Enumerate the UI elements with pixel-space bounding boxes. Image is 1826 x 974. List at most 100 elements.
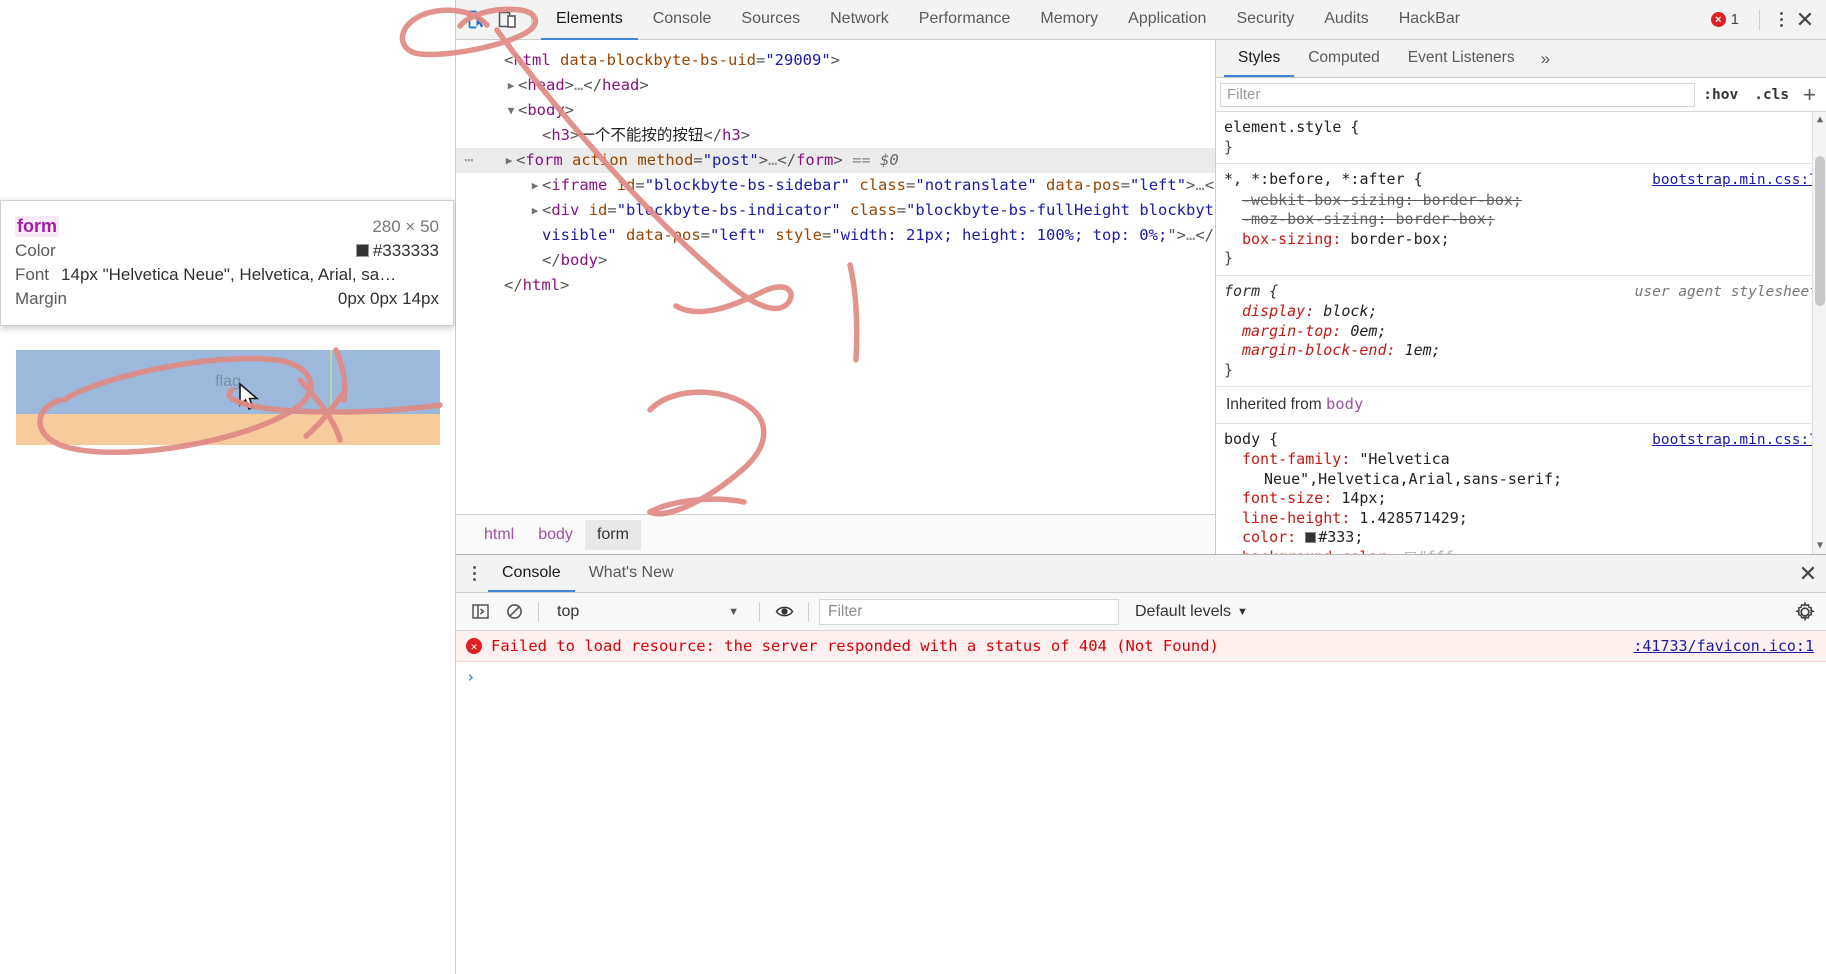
dom-row-html[interactable]: <html data-blockbyte-bs-uid="29009"> [456, 48, 1215, 73]
rule-selector[interactable]: form { [1224, 282, 1278, 302]
declaration-moz-box-sizing[interactable]: -moz-box-sizing: border-box; [1216, 210, 1826, 230]
color-swatch-icon[interactable] [1305, 532, 1317, 543]
console-message-text: Failed to load resource: the server resp… [491, 637, 1219, 655]
tab-memory[interactable]: Memory [1025, 0, 1113, 40]
rule-selector[interactable]: element.style { [1224, 118, 1359, 138]
dom-row-iframe-text: <iframe id="blockbyte-bs-sidebar" class=… [542, 176, 1215, 194]
console-message-error[interactable]: ✕ Failed to load resource: the server re… [456, 631, 1826, 662]
dom-row-body[interactable]: ▼ <body> [456, 98, 1215, 123]
rule-header: body { bootstrap.min.css:7 [1216, 430, 1826, 451]
tab-computed[interactable]: Computed [1294, 40, 1394, 77]
scroll-up-arrow-icon[interactable]: ▲ [1813, 112, 1826, 128]
cls-toggle-button[interactable]: .cls [1746, 87, 1797, 103]
console-filter-input[interactable] [819, 598, 1119, 625]
tooltip-margin-row: Margin 0px 0px 14px [15, 289, 439, 309]
collapse-triangle-icon[interactable]: ▼ [504, 98, 518, 123]
declaration-font-family[interactable]: font-family: "Helvetica [1216, 450, 1826, 470]
declaration-name: font-size [1242, 489, 1324, 507]
inherited-element-body[interactable]: body [1326, 395, 1363, 413]
rule-source-link[interactable]: bootstrap.min.css:7 [1652, 432, 1818, 448]
drawer-tab-console[interactable]: Console [488, 555, 575, 592]
tab-performance[interactable]: Performance [904, 0, 1026, 40]
expand-triangle-icon[interactable]: ▶ [502, 148, 516, 173]
breadcrumb-item-form[interactable]: form [584, 519, 641, 550]
color-swatch-icon[interactable] [1404, 551, 1416, 554]
dom-row-iframe[interactable]: ▶ <iframe id="blockbyte-bs-sidebar" clas… [456, 173, 1215, 198]
kebab-menu-icon[interactable] [460, 555, 488, 592]
declaration-color[interactable]: color: #333; [1216, 528, 1826, 548]
device-toolbar-icon[interactable] [492, 6, 522, 34]
breadcrumb-item-body[interactable]: body [526, 520, 585, 550]
dom-row-div-indicator-cont[interactable]: visible" data-pos="left" style="width: 2… [456, 223, 1215, 248]
styles-pane: Styles Computed Event Listeners » :hov .… [1216, 40, 1826, 554]
drawer-tab-whats-new[interactable]: What's New [575, 555, 688, 592]
tab-elements[interactable]: Elements [541, 0, 638, 40]
tab-console[interactable]: Console [638, 0, 727, 40]
dom-row-head[interactable]: ▶ <head>…</head> [456, 73, 1215, 98]
scroll-down-arrow-icon[interactable]: ▼ [1813, 538, 1826, 554]
scrollbar-thumb[interactable] [1815, 156, 1825, 306]
color-swatch-icon [355, 244, 369, 257]
clear-console-icon[interactable] [500, 599, 528, 625]
console-context-select[interactable]: top ▼ [549, 599, 749, 625]
hov-toggle-button[interactable]: :hov [1695, 87, 1746, 103]
tab-security[interactable]: Security [1221, 0, 1309, 40]
close-icon[interactable]: ✕ [1792, 7, 1818, 33]
console-message-source[interactable]: :41733/favicon.ico:1 [1633, 637, 1814, 655]
dom-row-div-indicator[interactable]: ▶ <div id="blockbyte-bs-indicator" class… [456, 198, 1215, 223]
tab-styles[interactable]: Styles [1224, 40, 1295, 77]
expand-triangle-icon[interactable]: ▶ [528, 173, 542, 198]
row-dots-icon[interactable]: ⋯ [456, 148, 482, 173]
tooltip-color-value: #333333 [372, 241, 439, 260]
declaration-webkit-box-sizing[interactable]: -webkit-box-sizing: border-box; [1216, 191, 1826, 211]
dom-row-h3[interactable]: <h3>一个不能按的按钮</h3> [456, 123, 1215, 148]
declaration-value: 1.428571429; [1359, 508, 1468, 527]
declaration-margin-block-end[interactable]: margin-block-end: 1em; [1216, 341, 1826, 361]
dom-row-html-close[interactable]: </html> [456, 273, 1215, 298]
dom-tree-pane: <html data-blockbyte-bs-uid="29009"> ▶ <… [456, 40, 1216, 554]
declaration-margin-top[interactable]: margin-top: 0em; [1216, 322, 1826, 342]
live-expression-icon[interactable] [770, 599, 798, 625]
styles-filter-input[interactable] [1220, 82, 1696, 107]
tooltip-element-name: form [15, 216, 59, 237]
error-count-badge[interactable]: × 1 [1710, 11, 1739, 28]
declaration-box-sizing[interactable]: box-sizing: border-box; [1216, 230, 1826, 250]
console-sidebar-icon[interactable] [466, 599, 494, 625]
tab-hackbar[interactable]: HackBar [1384, 0, 1475, 40]
dom-tree: <html data-blockbyte-bs-uid="29009"> ▶ <… [456, 40, 1215, 514]
add-rule-button[interactable]: + [1797, 83, 1822, 106]
tab-event-listeners[interactable]: Event Listeners [1394, 40, 1529, 77]
expand-triangle-icon[interactable]: ▶ [528, 198, 542, 223]
dom-row-body-close[interactable]: </body> [456, 248, 1215, 273]
inspect-element-icon[interactable] [462, 6, 492, 34]
expand-triangle-icon[interactable]: ▶ [504, 73, 518, 98]
tab-network[interactable]: Network [815, 0, 904, 40]
tab-application[interactable]: Application [1113, 0, 1221, 40]
console-levels-select[interactable]: Default levels ▼ [1125, 603, 1258, 621]
declaration-font-size[interactable]: font-size: 14px; [1216, 489, 1826, 509]
close-icon[interactable]: ✕ [1790, 555, 1826, 592]
dom-row-form-text: <form action method="post">…</form> == $… [516, 151, 899, 169]
rule-header: form { user agent stylesheet [1216, 282, 1826, 303]
more-tabs-icon[interactable]: » [1529, 40, 1562, 77]
gear-icon[interactable] [1790, 598, 1820, 626]
declaration-line-height[interactable]: line-height: 1.428571429; [1216, 509, 1826, 529]
inherited-label: Inherited from [1226, 396, 1322, 413]
rule-selector[interactable]: body { [1224, 430, 1278, 450]
dom-row-html-text: <html data-blockbyte-bs-uid="29009"> [504, 51, 840, 69]
styles-scrollbar[interactable]: ▲ ▼ [1812, 112, 1826, 554]
declaration-name: -webkit-box-sizing [1242, 190, 1405, 209]
rule-source-link[interactable]: bootstrap.min.css:7 [1652, 172, 1818, 188]
page-flag-button-label[interactable]: flag [16, 350, 440, 414]
dom-row-form[interactable]: ⋯ ▶ <form action method="post">…</form> … [456, 148, 1215, 173]
declaration-display[interactable]: display: block; [1216, 302, 1826, 322]
rule-source[interactable]: bootstrap.min.css:7 [1652, 171, 1818, 191]
rule-selector[interactable]: *, *:before, *:after { [1224, 170, 1423, 190]
console-prompt[interactable]: › [456, 662, 1826, 692]
kebab-menu-icon[interactable] [1770, 9, 1792, 31]
tab-audits[interactable]: Audits [1309, 0, 1383, 40]
tab-sources[interactable]: Sources [726, 0, 815, 40]
breadcrumb-item-html[interactable]: html [472, 520, 526, 550]
declaration-background-color[interactable]: background-color: #fff; [1216, 548, 1826, 554]
rule-source[interactable]: bootstrap.min.css:7 [1652, 431, 1818, 451]
